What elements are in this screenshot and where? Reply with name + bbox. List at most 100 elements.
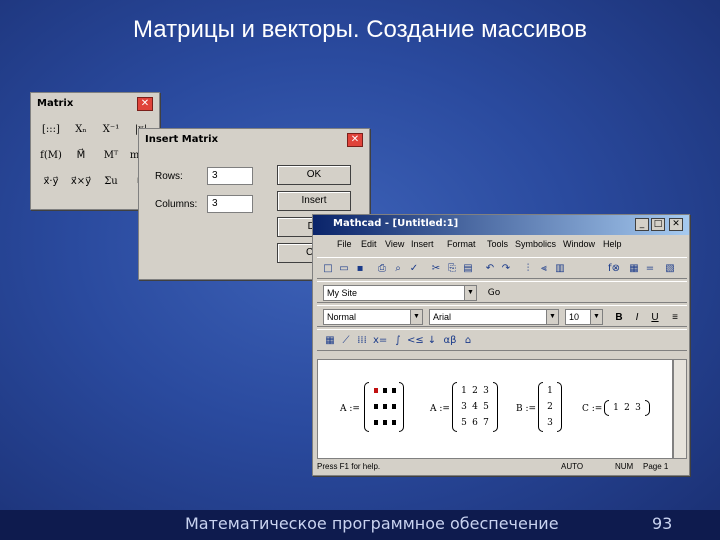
graph-icon[interactable]: ⟋: [339, 334, 353, 348]
insert-button[interactable]: Insert: [277, 191, 351, 211]
open-icon[interactable]: ▭: [337, 262, 351, 276]
greek-icon[interactable]: αβ: [443, 334, 457, 348]
menu-file[interactable]: File: [337, 239, 352, 249]
vector-c[interactable]: 1 2 3: [604, 400, 650, 416]
chevron-down-icon[interactable]: ▼: [590, 310, 602, 324]
rows-input[interactable]: 3: [207, 167, 253, 185]
align-down-icon[interactable]: ⫷: [537, 262, 551, 276]
close-icon[interactable]: ✕: [347, 133, 363, 147]
go-button[interactable]: Go: [481, 286, 507, 300]
column-button[interactable]: M⃗: [67, 145, 95, 167]
subscript-button[interactable]: Xₙ: [67, 119, 95, 141]
vector-cell[interactable]: 2: [545, 402, 555, 412]
matrix-cell[interactable]: 3: [459, 402, 469, 412]
cut-icon[interactable]: ✂: [429, 262, 443, 276]
chevron-down-icon[interactable]: ▼: [464, 286, 476, 300]
placeholder[interactable]: [392, 388, 396, 393]
menu-edit[interactable]: Edit: [361, 239, 377, 249]
evaluation-icon[interactable]: x=: [373, 334, 387, 348]
worksheet[interactable]: A := A := 1 2 3 3 4 5 5 6 7 B:= 1 2 3 C…: [317, 359, 673, 459]
vector-cell[interactable]: 3: [545, 418, 555, 428]
menu-format[interactable]: Format: [447, 239, 476, 249]
align-icon[interactable]: ⫶: [521, 262, 535, 276]
insert-function-icon[interactable]: f⊗: [607, 262, 621, 276]
menu-help[interactable]: Help: [603, 239, 622, 249]
left-bracket: [452, 382, 457, 432]
active-placeholder[interactable]: [374, 388, 378, 393]
vector-cell[interactable]: 1: [611, 403, 621, 413]
dot-product-button[interactable]: x⃗·y⃗: [37, 171, 65, 193]
maximize-icon[interactable]: □: [651, 218, 665, 231]
matrix-cell[interactable]: 5: [459, 418, 469, 428]
minimize-icon[interactable]: _: [635, 218, 649, 231]
menu-tools[interactable]: Tools: [487, 239, 508, 249]
chevron-down-icon[interactable]: ▼: [410, 310, 422, 324]
placeholder[interactable]: [383, 420, 387, 425]
calculus-icon[interactable]: ∫: [391, 334, 405, 348]
align-left-icon[interactable]: ≡: [667, 310, 683, 326]
resource-icon[interactable]: ▧: [663, 262, 677, 276]
placeholder[interactable]: [392, 420, 396, 425]
matrix-cell[interactable]: 1: [459, 386, 469, 396]
matrix-cell[interactable]: 4: [470, 402, 480, 412]
close-icon[interactable]: ✕: [669, 218, 683, 231]
calculate-icon[interactable]: =: [643, 262, 657, 276]
print-icon[interactable]: ⎙: [375, 262, 389, 276]
columns-input[interactable]: 3: [207, 195, 253, 213]
transpose-button[interactable]: Mᵀ: [97, 145, 125, 167]
vertical-scrollbar[interactable]: [673, 359, 687, 459]
placeholder[interactable]: [383, 404, 387, 409]
bold-button[interactable]: B: [611, 310, 627, 326]
italic-button[interactable]: I: [629, 310, 645, 326]
matrix-cell[interactable]: 3: [481, 386, 491, 396]
placeholder[interactable]: [392, 404, 396, 409]
vectorize-button[interactable]: f(M): [37, 145, 65, 167]
left-bracket: [604, 400, 609, 416]
ok-button[interactable]: OK: [277, 165, 351, 185]
close-icon[interactable]: ✕: [137, 97, 153, 111]
menu-window[interactable]: Window: [563, 239, 595, 249]
vector-sum-button[interactable]: Σu: [97, 171, 125, 193]
menu-insert[interactable]: Insert: [411, 239, 434, 249]
symbolic-icon[interactable]: ⌂: [461, 334, 475, 348]
placeholder-matrix[interactable]: [364, 382, 404, 432]
url-combo[interactable]: My Site ▼: [323, 285, 477, 301]
mathcad-titlebar[interactable]: Mathcad - [Untitled:1] _ □ ✕: [313, 215, 689, 235]
chevron-down-icon[interactable]: ▼: [546, 310, 558, 324]
matrix-cell[interactable]: 5: [481, 402, 491, 412]
vector-b[interactable]: 1 2 3: [538, 382, 562, 432]
placeholder[interactable]: [383, 388, 387, 393]
spell-icon[interactable]: ✓: [407, 262, 421, 276]
matrix-cell[interactable]: 6: [470, 418, 480, 428]
region-icon[interactable]: ▥: [553, 262, 567, 276]
redo-icon[interactable]: ↷: [499, 262, 513, 276]
save-icon[interactable]: ▪: [353, 262, 367, 276]
matrix-cell[interactable]: 7: [481, 418, 491, 428]
insert-unit-icon[interactable]: ▦: [627, 262, 641, 276]
vector-cell[interactable]: 3: [633, 403, 643, 413]
font-combo[interactable]: Arial ▼: [429, 309, 559, 325]
menu-symbolics[interactable]: Symbolics: [515, 239, 556, 249]
new-icon[interactable]: □: [321, 262, 335, 276]
underline-button[interactable]: U: [647, 310, 663, 326]
menu-view[interactable]: View: [385, 239, 404, 249]
placeholder[interactable]: [374, 420, 378, 425]
style-combo[interactable]: Normal ▼: [323, 309, 423, 325]
matrix-icon[interactable]: ⁞⁞⁞: [355, 334, 369, 348]
vector-cell[interactable]: 2: [622, 403, 632, 413]
paste-icon[interactable]: ▤: [461, 262, 475, 276]
cross-product-button[interactable]: x⃗×y⃗: [67, 171, 95, 193]
copy-icon[interactable]: ⎘: [445, 262, 459, 276]
placeholder[interactable]: [374, 404, 378, 409]
vector-cell[interactable]: 1: [545, 386, 555, 396]
inverse-button[interactable]: X⁻¹: [97, 119, 125, 141]
preview-icon[interactable]: ⌕: [391, 262, 405, 276]
calculator-icon[interactable]: ▦: [323, 334, 337, 348]
undo-icon[interactable]: ↶: [483, 262, 497, 276]
matrix-button[interactable]: [:::]: [37, 119, 65, 141]
matrix-cell[interactable]: 2: [470, 386, 480, 396]
size-combo[interactable]: 10 ▼: [565, 309, 603, 325]
programming-icon[interactable]: ↓: [425, 334, 439, 348]
matrix-a[interactable]: 1 2 3 3 4 5 5 6 7: [452, 382, 498, 432]
boolean-icon[interactable]: <≤: [407, 334, 424, 348]
